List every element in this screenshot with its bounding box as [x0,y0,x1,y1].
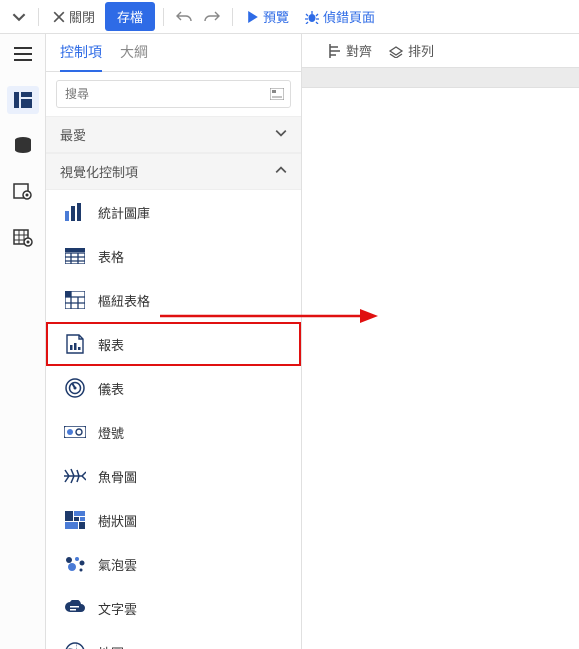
undo-button[interactable] [172,6,196,28]
align-label: 對齊 [346,41,372,60]
layout-icon [14,92,32,108]
controls-list: 統計圖庫 表格 樞紐表格 報表 [46,190,301,649]
debug-button[interactable]: 偵錯頁面 [299,3,381,30]
canvas-toolbar: 對齊 排列 [302,34,579,68]
chevron-up-icon [275,164,287,179]
save-button[interactable]: 存檔 [105,2,155,31]
globe-icon [64,642,86,649]
report-icon [64,334,86,354]
item-label: 燈號 [98,423,124,442]
search-options-icon[interactable] [264,88,290,100]
chevron-down-icon[interactable] [8,6,30,28]
list-item-signal[interactable]: 燈號 [46,410,301,454]
align-icon [328,44,342,58]
list-item-table[interactable]: 表格 [46,234,301,278]
separator [38,8,39,26]
gauge-icon [64,378,86,398]
bubble-cloud-icon [64,554,86,574]
item-label: 樹狀圖 [98,511,137,530]
list-item-map[interactable]: 地圖 [46,630,301,649]
debug-label: 偵錯頁面 [323,7,375,26]
main-area: 控制項 大綱 最愛 視覺化控制項 統計圖 [0,34,579,649]
close-icon [53,11,65,23]
list-item-bubble-cloud[interactable]: 氣泡雲 [46,542,301,586]
rail-menu-button[interactable] [7,40,39,68]
item-label: 氣泡雲 [98,555,137,574]
hamburger-icon [14,47,32,61]
section-favorites-label: 最愛 [60,125,86,144]
item-label: 樞紐表格 [98,291,150,310]
rail-layers-button[interactable] [7,224,39,252]
list-item-report[interactable]: 報表 [46,322,301,366]
database-icon [14,137,32,155]
list-item-treemap[interactable]: 樹狀圖 [46,498,301,542]
item-label: 報表 [98,335,124,354]
item-label: 統計圖庫 [98,203,150,222]
close-button[interactable]: 關閉 [47,3,101,30]
table-icon [64,246,86,266]
preview-label: 預覽 [263,7,289,26]
play-icon [247,11,259,23]
fishbone-icon [64,466,86,486]
align-button[interactable]: 對齊 [322,37,378,64]
canvas-area: 對齊 排列 [302,34,579,649]
list-item-pivot-table[interactable]: 樞紐表格 [46,278,301,322]
tab-controls[interactable]: 控制項 [60,42,102,72]
pivot-table-icon [64,290,86,310]
rail-data-button[interactable] [7,132,39,160]
top-toolbar: 關閉 存檔 預覽 偵錯頁面 [0,0,579,34]
panel-tabs: 控制項 大綱 [46,34,301,72]
grid-gear-icon [13,229,33,247]
preview-button[interactable]: 預覽 [241,3,295,30]
item-label: 地圖 [98,643,124,649]
section-visualization-label: 視覺化控制項 [60,162,138,181]
rail-settings-button[interactable] [7,178,39,206]
list-item-gauge[interactable]: 儀表 [46,366,301,410]
item-label: 文字雲 [98,599,137,618]
list-item-word-cloud[interactable]: 文字雲 [46,586,301,630]
section-visualization[interactable]: 視覺化控制項 [46,153,301,190]
arrange-button[interactable]: 排列 [382,37,440,64]
separator [232,8,233,26]
search-row [56,80,291,108]
item-label: 儀表 [98,379,124,398]
signal-icon [64,422,86,442]
item-label: 表格 [98,247,124,266]
save-label: 存檔 [117,10,143,25]
canvas-header-strip [302,68,579,88]
box-gear-icon [13,183,33,201]
word-cloud-icon [64,598,86,618]
section-favorites[interactable]: 最愛 [46,116,301,153]
close-label: 關閉 [69,7,95,26]
arrange-icon [388,44,404,58]
item-label: 魚骨圖 [98,467,137,486]
arrange-label: 排列 [408,41,434,60]
treemap-icon [64,510,86,530]
bar-chart-icon [64,202,86,222]
list-item-stat-gallery[interactable]: 統計圖庫 [46,190,301,234]
search-input[interactable] [57,87,264,101]
redo-button[interactable] [200,6,224,28]
bug-icon [305,10,319,24]
tab-outline[interactable]: 大綱 [120,42,148,71]
separator [163,8,164,26]
controls-panel: 控制項 大綱 最愛 視覺化控制項 統計圖 [46,34,302,649]
rail-layout-button[interactable] [7,86,39,114]
list-item-fishbone[interactable]: 魚骨圖 [46,454,301,498]
left-rail [0,34,46,649]
chevron-down-icon [275,127,287,142]
